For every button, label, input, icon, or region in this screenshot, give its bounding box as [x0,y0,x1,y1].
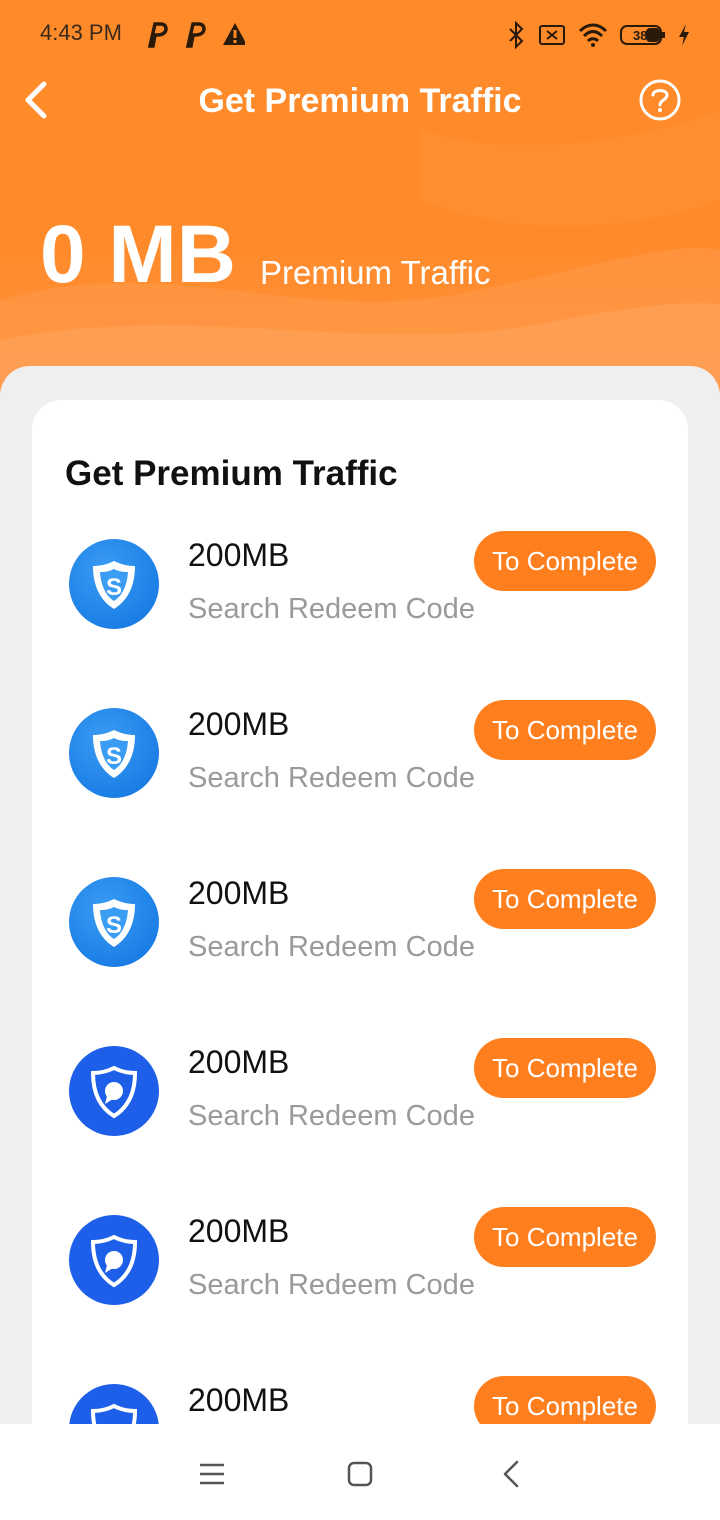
task-amount: 200MB [188,537,290,573]
to-complete-button[interactable]: To Complete [474,531,656,591]
task-row: S 200MB Search Redeem Code To Complete [32,531,688,700]
skype-shield-icon: S [69,539,159,629]
recents-button[interactable] [192,1454,232,1494]
task-description: Search Redeem Code [188,1100,475,1132]
page-title: Get Premium Traffic [198,82,522,120]
task-amount: 200MB [188,706,290,742]
task-row: 200MB Search Redeem Code To Complete [32,1207,688,1376]
battery-icon: 38 [620,25,665,45]
sim-off-icon [539,25,565,45]
battery-level-text: 38 [633,28,647,43]
task-description: Search Redeem Code [188,931,475,963]
to-complete-button[interactable]: To Complete [474,700,656,760]
status-bar: 4:43 PM 38 [0,0,720,70]
home-button[interactable] [340,1454,380,1494]
p-icon [185,22,206,48]
premium-traffic-card: Get Premium Traffic S 200MB Search Redee… [32,400,688,1430]
warning-icon [223,23,245,45]
task-amount: 200MB [188,1044,290,1080]
shield-chat-icon [69,1046,159,1136]
to-complete-button[interactable]: To Complete [474,1207,656,1267]
shield-chat-icon [69,1215,159,1305]
system-back-button[interactable] [492,1454,532,1494]
svg-text:S: S [106,912,122,939]
task-amount: 200MB [188,875,290,911]
bluetooth-icon [509,21,524,49]
p-icon [147,22,168,48]
task-row: 200MB To Complete [32,1376,688,1430]
card-title: Get Premium Traffic [65,454,398,493]
help-circle-icon [639,79,681,121]
skype-shield-icon: S [69,708,159,798]
balance-value: 0 MB [40,209,236,300]
wifi-icon [578,23,608,47]
task-description: Search Redeem Code [188,1269,475,1301]
back-icon [503,1460,519,1488]
svg-text:S: S [106,574,122,601]
menu-icon [200,1463,224,1485]
home-icon [347,1461,373,1487]
help-button[interactable] [638,78,682,122]
status-time: 4:43 PM [40,20,122,45]
task-amount: 200MB [188,1213,290,1249]
task-row: 200MB Search Redeem Code To Complete [32,1038,688,1207]
to-complete-button[interactable]: To Complete [474,1038,656,1098]
charging-icon [679,24,689,46]
header-banner: 4:43 PM 38 Get Premium Traffic 0 MB Prem… [0,0,720,400]
to-complete-button[interactable]: To Complete [474,1376,656,1430]
svg-text:S: S [106,743,122,770]
task-row: S 200MB Search Redeem Code To Complete [32,869,688,1038]
task-description: Search Redeem Code [188,762,475,794]
navigation-bar [0,1424,720,1520]
balance-label: Premium Traffic [260,254,491,291]
to-complete-button[interactable]: To Complete [474,869,656,929]
task-amount: 200MB [188,1382,290,1418]
task-row: S 200MB Search Redeem Code To Complete [32,700,688,869]
task-description: Search Redeem Code [188,593,475,625]
skype-shield-icon: S [69,877,159,967]
